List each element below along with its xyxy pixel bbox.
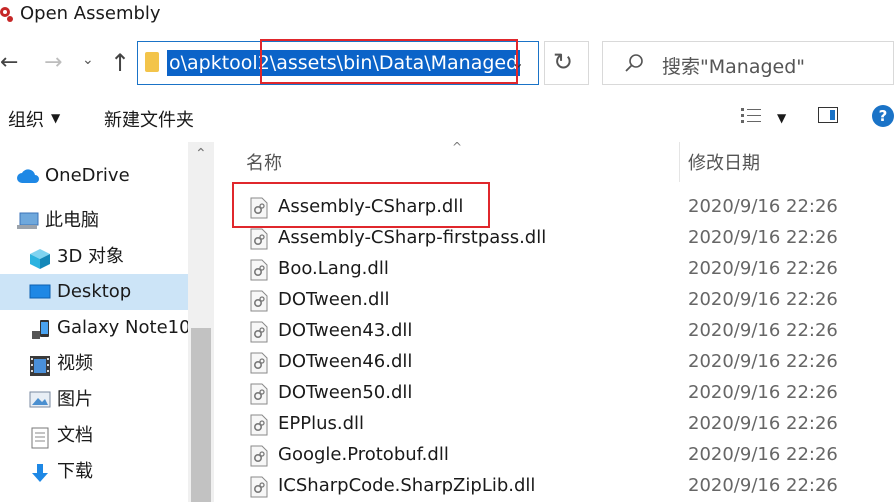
file-row[interactable]: EPPlus.dll 2020/9/16 22:26 (244, 409, 894, 440)
computer-icon (16, 212, 40, 236)
back-arrow-icon[interactable]: ← (0, 50, 18, 76)
search-icon (624, 52, 646, 78)
search-placeholder[interactable]: 搜索"Managed" (662, 52, 805, 79)
sidebar-item-pictures[interactable]: 图片 (0, 382, 188, 418)
scrollbar-thumb[interactable] (191, 328, 211, 502)
sidebar-item-this-pc[interactable]: 此电脑 (0, 203, 188, 239)
sidebar-item-videos[interactable]: 视频 (0, 346, 188, 382)
dll-file-icon (249, 259, 269, 285)
file-date-modified: 2020/9/16 22:26 (688, 413, 838, 434)
app-icon (0, 4, 14, 24)
phone-icon (31, 319, 51, 345)
sidebar-item-downloads[interactable]: 下载 (0, 454, 188, 490)
file-date-modified: 2020/9/16 22:26 (688, 320, 838, 341)
file-date-modified: 2020/9/16 22:26 (688, 475, 838, 496)
folder-icon (145, 52, 159, 72)
navigation-pane: OneDrive 此电脑 3D 对象 Desktop Galaxy Note10… (0, 142, 197, 502)
sidebar-item-3d-objects[interactable]: 3D 对象 (0, 239, 188, 275)
sidebar-item-label: 此电脑 (45, 210, 99, 231)
file-name: DOTween.dll (278, 289, 390, 310)
3d-objects-icon (29, 248, 51, 274)
file-date-modified: 2020/9/16 22:26 (688, 444, 838, 465)
view-options-icon[interactable] (740, 106, 762, 130)
sidebar-item-label: Desktop (57, 281, 132, 302)
file-date-modified: 2020/9/16 22:26 (688, 351, 838, 372)
pictures-icon (29, 391, 51, 413)
file-date-modified: 2020/9/16 22:26 (688, 382, 838, 403)
file-name: Google.Protobuf.dll (278, 444, 449, 465)
file-name: Assembly-CSharp-firstpass.dll (278, 227, 547, 248)
file-row[interactable]: DOTween43.dll 2020/9/16 22:26 (244, 316, 894, 347)
sidebar-item-label: 下载 (57, 461, 93, 482)
window-title: Open Assembly (20, 3, 161, 24)
title-bar: Open Assembly (0, 0, 894, 30)
document-icon (31, 427, 49, 453)
file-date-modified: 2020/9/16 22:26 (688, 289, 838, 310)
download-icon (31, 463, 49, 489)
file-name: ICSharpCode.SharpZipLib.dll (278, 475, 536, 496)
file-name: DOTween43.dll (278, 320, 413, 341)
annotation-highlight-box (232, 182, 490, 228)
sidebar-item-onedrive[interactable]: OneDrive (0, 158, 188, 194)
help-icon[interactable]: ? (872, 105, 894, 127)
sort-ascending-icon: ^ (452, 140, 463, 154)
sidebar-item-label: 3D 对象 (57, 246, 125, 267)
sidebar-item-desktop[interactable]: Desktop (0, 274, 188, 310)
file-date-modified: 2020/9/16 22:26 (688, 196, 838, 217)
caret-down-icon[interactable]: ▼ (777, 111, 786, 125)
file-name: DOTween46.dll (278, 351, 413, 372)
file-name: EPPlus.dll (278, 413, 365, 434)
file-row[interactable]: Google.Protobuf.dll 2020/9/16 22:26 (244, 440, 894, 471)
dll-file-icon (249, 445, 269, 471)
sidebar-item-label: Galaxy Note10- (57, 317, 198, 338)
refresh-icon[interactable]: ↻ (553, 48, 573, 76)
forward-arrow-icon[interactable]: → (44, 50, 62, 76)
column-header-date-modified[interactable]: 修改日期 (688, 149, 760, 175)
file-row[interactable]: DOTween46.dll 2020/9/16 22:26 (244, 347, 894, 378)
desktop-icon (29, 283, 51, 305)
organize-button[interactable]: 组织 (8, 106, 44, 132)
video-icon (29, 355, 51, 381)
caret-down-icon[interactable]: ▼ (51, 111, 60, 125)
new-folder-button[interactable]: 新建文件夹 (104, 106, 194, 132)
file-row[interactable]: DOTween.dll 2020/9/16 22:26 (244, 285, 894, 316)
sidebar-item-label: 文档 (57, 425, 93, 446)
column-divider[interactable] (679, 142, 680, 182)
file-date-modified: 2020/9/16 22:26 (688, 227, 838, 248)
sidebar-item-label: 视频 (57, 353, 93, 374)
sidebar-item-label: OneDrive (45, 165, 130, 186)
file-row[interactable]: Boo.Lang.dll 2020/9/16 22:26 (244, 254, 894, 285)
dll-file-icon (249, 290, 269, 316)
file-name: DOTween50.dll (278, 382, 413, 403)
recent-locations-chevron-icon[interactable]: ⌄ (82, 52, 94, 68)
sidebar-item-galaxy-note10[interactable]: Galaxy Note10- (0, 310, 197, 346)
dll-file-icon (249, 228, 269, 254)
file-row[interactable]: DOTween50.dll 2020/9/16 22:26 (244, 378, 894, 409)
annotation-highlight-box (260, 39, 518, 84)
file-date-modified: 2020/9/16 22:26 (688, 258, 838, 279)
dll-file-icon (249, 414, 269, 440)
up-arrow-icon[interactable]: ↑ (110, 49, 130, 77)
dll-file-icon (249, 321, 269, 347)
column-header-name[interactable]: 名称 (246, 149, 282, 175)
file-name: Boo.Lang.dll (278, 258, 389, 279)
file-row[interactable]: ICSharpCode.SharpZipLib.dll 2020/9/16 22:… (244, 471, 894, 502)
preview-pane-icon[interactable] (818, 107, 838, 123)
dll-file-icon (249, 352, 269, 378)
cloud-icon (16, 168, 40, 188)
scroll-up-icon[interactable]: ⌃ (195, 146, 207, 162)
dll-file-icon (249, 383, 269, 409)
sidebar-item-label: 图片 (57, 389, 93, 410)
dll-file-icon (249, 476, 269, 502)
sidebar-item-documents[interactable]: 文档 (0, 418, 188, 454)
